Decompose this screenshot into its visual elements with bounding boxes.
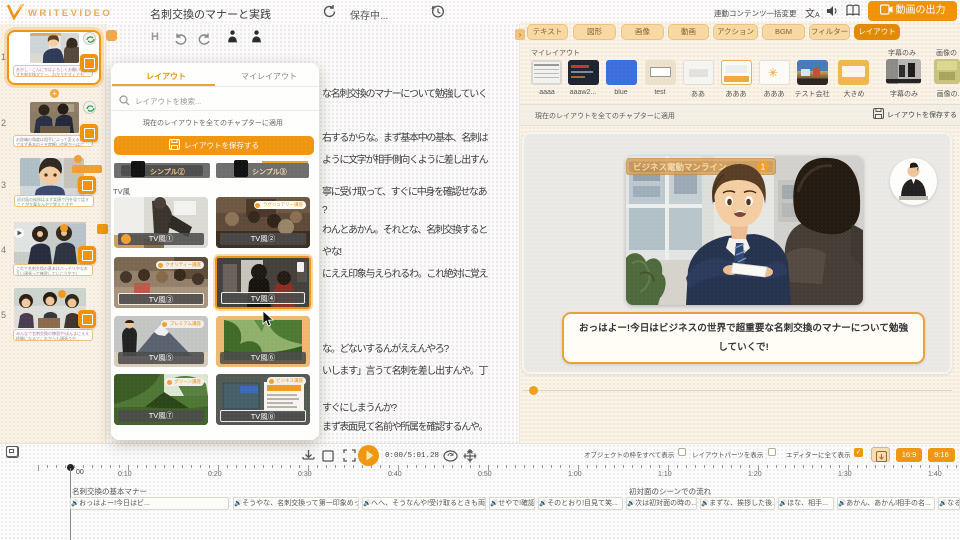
svg-text:1: 1	[761, 163, 766, 172]
